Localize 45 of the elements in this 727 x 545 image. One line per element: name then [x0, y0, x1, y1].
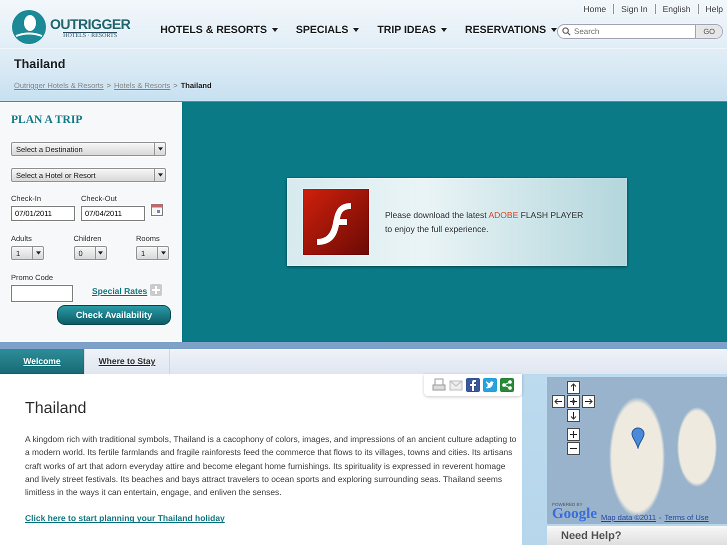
logo-name: OUTRIGGER	[50, 16, 130, 32]
share-icon[interactable]	[500, 378, 514, 392]
caret-icon	[160, 251, 166, 255]
zoom-in-button[interactable]	[567, 428, 580, 441]
article-text: A kingdom rich with traditional symbols, Thailand is a cacophony of colors, images, and impressions of an ancient culture adapting to a modern world. Its fertile farmlands and fragile rainforests feed the commerce that flows to its villages, towns and cities. Its artisans craft works of art that adorn everyday attire and become elegant home furnishings. Its spirituality is expressed in reverent homage and lively street festivals. Its beaches and bays attract travelers to ocean sports and exploring surrounding seas. Thailand seems limitless in the ways it can entertain, engage, and enliven the senses.	[25, 433, 518, 500]
nav-menu-item[interactable]: HOTELS & RESORTS	[160, 24, 278, 36]
page-title: Thailand	[14, 57, 66, 71]
caret-icon	[272, 28, 278, 32]
pan-right-button[interactable]	[582, 395, 595, 408]
tab[interactable]: Welcome	[0, 349, 85, 374]
need-help-heading: Need Help?	[547, 526, 727, 545]
logo-icon	[11, 9, 47, 45]
pan-down-button[interactable]	[567, 409, 580, 422]
special-rates-link[interactable]: Special Rates	[92, 286, 148, 296]
zoom-out-button[interactable]	[567, 442, 580, 455]
article-title: Thailand	[25, 400, 88, 418]
utility-link[interactable]: English	[654, 4, 691, 14]
utility-link[interactable]: Home	[583, 4, 606, 14]
facebook-icon[interactable]	[466, 378, 480, 392]
flash-logo-icon	[303, 189, 369, 255]
nav-menu-item[interactable]: SPECIALS	[296, 24, 360, 36]
check-availability-button[interactable]: Check Availability	[57, 305, 171, 325]
caret-icon	[36, 251, 40, 255]
search-icon	[562, 27, 571, 36]
caret-icon	[551, 28, 557, 32]
nav-menu-item[interactable]: RESERVATIONS	[464, 24, 557, 36]
pan-left-button[interactable]	[552, 395, 565, 408]
caret-icon	[353, 28, 360, 32]
twitter-icon[interactable]	[483, 378, 497, 392]
panel-title: PLAN A TRIP	[11, 114, 84, 126]
print-icon[interactable]	[432, 378, 446, 392]
promo-code-field[interactable]	[11, 285, 73, 302]
pan-up-button[interactable]	[567, 381, 580, 394]
calendar-icon[interactable]	[151, 204, 163, 216]
caret-icon	[98, 251, 103, 255]
caret-icon	[440, 28, 447, 32]
caret-icon	[158, 147, 162, 151]
caret-icon	[158, 173, 162, 177]
utility-link[interactable]: Sign In	[613, 4, 648, 14]
map-pin-icon[interactable]	[631, 427, 645, 449]
recenter-button[interactable]	[567, 395, 580, 408]
nav-menu-item[interactable]: TRIP IDEAS	[377, 24, 447, 36]
utility-link[interactable]: Help	[698, 4, 723, 14]
plan-holiday-link[interactable]: Click here to start planning your Thailand holiday	[25, 513, 225, 524]
flash-message: Please download the latest ADOBE FLASH PLAYER to enjoy the full experience.	[385, 209, 584, 236]
